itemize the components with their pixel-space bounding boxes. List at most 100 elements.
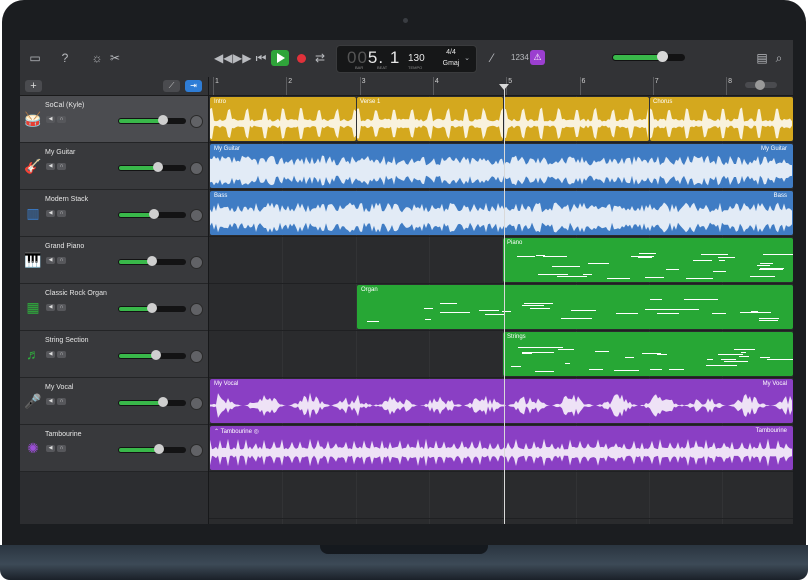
mute-button[interactable]: ◀ bbox=[46, 445, 55, 452]
track-volume-slider[interactable] bbox=[118, 115, 186, 125]
beat-label: BEAT bbox=[377, 65, 388, 70]
loop-browser-icon[interactable]: ⌕ bbox=[770, 50, 788, 66]
headphones-icon[interactable]: ∩ bbox=[57, 163, 66, 170]
headphones-icon[interactable]: ∩ bbox=[57, 351, 66, 358]
zoom-slider[interactable] bbox=[745, 80, 777, 90]
track-header[interactable]: 🥁 SoCal (Kyle) ◀ ∩ bbox=[20, 96, 208, 143]
rewind-icon[interactable]: ◀◀ bbox=[214, 50, 232, 66]
headphones-icon[interactable]: ∩ bbox=[57, 445, 66, 452]
piano-icon: 🎹 bbox=[24, 252, 42, 268]
track-volume-slider[interactable] bbox=[118, 444, 186, 454]
pan-knob[interactable] bbox=[190, 444, 203, 457]
midi-note bbox=[583, 274, 592, 275]
drummer-region[interactable]: Chorus bbox=[650, 97, 793, 141]
tambourine-region[interactable]: ⌃ Tambourine ◎ Tambourine bbox=[210, 426, 793, 470]
cycle-icon[interactable]: ⇄ bbox=[311, 50, 329, 66]
lcd-display[interactable]: 005. 1 BAR BEAT 130 TEMPO 4/4 Gmaj ⌄ bbox=[336, 45, 477, 73]
track-header[interactable]: ▥ Modern Stack ◀ ∩ bbox=[20, 190, 208, 237]
track-header[interactable]: 🎤 My Vocal ◀ ∩ bbox=[20, 378, 208, 425]
midi-note bbox=[440, 312, 463, 313]
headphones-icon[interactable]: ∩ bbox=[57, 304, 66, 311]
track-volume-slider[interactable] bbox=[118, 350, 186, 360]
track-volume-slider[interactable] bbox=[118, 209, 186, 219]
track-volume-slider[interactable] bbox=[118, 162, 186, 172]
track-header[interactable]: 🎸 My Guitar ◀ ∩ bbox=[20, 143, 208, 190]
strings-region[interactable]: Strings bbox=[503, 332, 793, 376]
volume-knob[interactable] bbox=[154, 444, 164, 454]
pan-knob[interactable] bbox=[190, 162, 203, 175]
midi-note bbox=[561, 318, 592, 319]
pan-knob[interactable] bbox=[190, 209, 203, 222]
mute-button[interactable]: ◀ bbox=[46, 257, 55, 264]
track-volume-slider[interactable] bbox=[118, 397, 186, 407]
track-name: Modern Stack bbox=[45, 196, 89, 203]
track-header[interactable]: ▦ Classic Rock Organ ◀ ∩ bbox=[20, 284, 208, 331]
region-label-end: My Vocal bbox=[762, 381, 787, 387]
waveform bbox=[210, 438, 792, 467]
mute-button[interactable]: ◀ bbox=[46, 210, 55, 217]
fast-forward-icon[interactable]: ▶▶ bbox=[233, 50, 251, 66]
drummer-region[interactable]: Intro bbox=[210, 97, 356, 141]
volume-knob[interactable] bbox=[158, 397, 168, 407]
tuner-icon[interactable]: ⁄ bbox=[483, 50, 501, 66]
notepad-icon[interactable]: ▤ bbox=[753, 50, 771, 66]
headphones-icon[interactable]: ∩ bbox=[57, 116, 66, 123]
track-name: String Section bbox=[45, 337, 89, 344]
zoom-knob[interactable] bbox=[755, 80, 765, 90]
metronome-button[interactable]: ⚠ bbox=[530, 50, 545, 65]
count-in-button[interactable]: 1234 bbox=[511, 53, 529, 62]
mute-button[interactable]: ◀ bbox=[46, 351, 55, 358]
add-track-button[interactable]: + bbox=[25, 80, 42, 92]
track-header[interactable]: ✺ Tambourine ◀ ∩ bbox=[20, 425, 208, 472]
bass-region[interactable]: Bass Bass bbox=[210, 191, 793, 235]
track-lane[interactable] bbox=[209, 472, 793, 519]
pan-knob[interactable] bbox=[190, 397, 203, 410]
vocal-region[interactable]: My Vocal My Vocal bbox=[210, 379, 793, 423]
volume-knob[interactable] bbox=[153, 162, 163, 172]
record-button[interactable] bbox=[297, 54, 306, 63]
mute-button[interactable]: ◀ bbox=[46, 398, 55, 405]
volume-knob[interactable] bbox=[151, 350, 161, 360]
guitar-region[interactable]: My Guitar My Guitar bbox=[210, 144, 793, 188]
tracks-area[interactable]: Intro Verse 1 Chorus My Guitar My Guitar… bbox=[209, 96, 793, 524]
mute-button[interactable]: ◀ bbox=[46, 304, 55, 311]
drummer-region[interactable]: Verse 1 bbox=[357, 97, 503, 141]
master-volume-slider[interactable] bbox=[612, 51, 685, 62]
midi-note bbox=[614, 370, 639, 371]
go-to-beginning-icon[interactable]: ⏮ bbox=[252, 50, 270, 66]
piano-region[interactable]: Piano bbox=[503, 238, 793, 282]
track-volume-slider[interactable] bbox=[118, 303, 186, 313]
smart-controls-icon[interactable]: ☼ bbox=[88, 50, 106, 66]
midi-note bbox=[719, 260, 725, 261]
organ-region[interactable]: Organ bbox=[357, 285, 793, 329]
drummer-region[interactable] bbox=[504, 97, 649, 141]
pan-knob[interactable] bbox=[190, 115, 203, 128]
library-icon[interactable]: ▭ bbox=[26, 50, 44, 66]
help-icon[interactable]: ? bbox=[56, 50, 74, 66]
mute-button[interactable]: ◀ bbox=[46, 163, 55, 170]
mute-button[interactable]: ◀ bbox=[46, 116, 55, 123]
headphones-icon[interactable]: ∩ bbox=[57, 210, 66, 217]
volume-knob[interactable] bbox=[158, 115, 168, 125]
pan-knob[interactable] bbox=[190, 303, 203, 316]
midi-note bbox=[701, 254, 728, 255]
chevron-down-icon[interactable]: ⌄ bbox=[462, 51, 472, 67]
track-header[interactable]: ♬ String Section ◀ ∩ bbox=[20, 331, 208, 378]
midi-note bbox=[650, 299, 662, 300]
catch-playhead-button[interactable]: ⇥ bbox=[185, 80, 202, 92]
pan-knob[interactable] bbox=[190, 350, 203, 363]
track-header[interactable]: 🎹 Grand Piano ◀ ∩ bbox=[20, 237, 208, 284]
automation-button[interactable]: ⟋ bbox=[163, 80, 180, 92]
editors-icon[interactable]: ✂ bbox=[106, 50, 124, 66]
tempo-label: TEMPO bbox=[408, 65, 423, 70]
volume-knob[interactable] bbox=[147, 256, 157, 266]
headphones-icon[interactable]: ∩ bbox=[57, 398, 66, 405]
volume-knob[interactable] bbox=[149, 209, 159, 219]
playhead[interactable] bbox=[504, 87, 505, 524]
pan-knob[interactable] bbox=[190, 256, 203, 269]
volume-knob[interactable] bbox=[147, 303, 157, 313]
headphones-icon[interactable]: ∩ bbox=[57, 257, 66, 264]
master-volume-knob[interactable] bbox=[657, 51, 668, 62]
play-button[interactable] bbox=[271, 50, 289, 66]
track-volume-slider[interactable] bbox=[118, 256, 186, 266]
